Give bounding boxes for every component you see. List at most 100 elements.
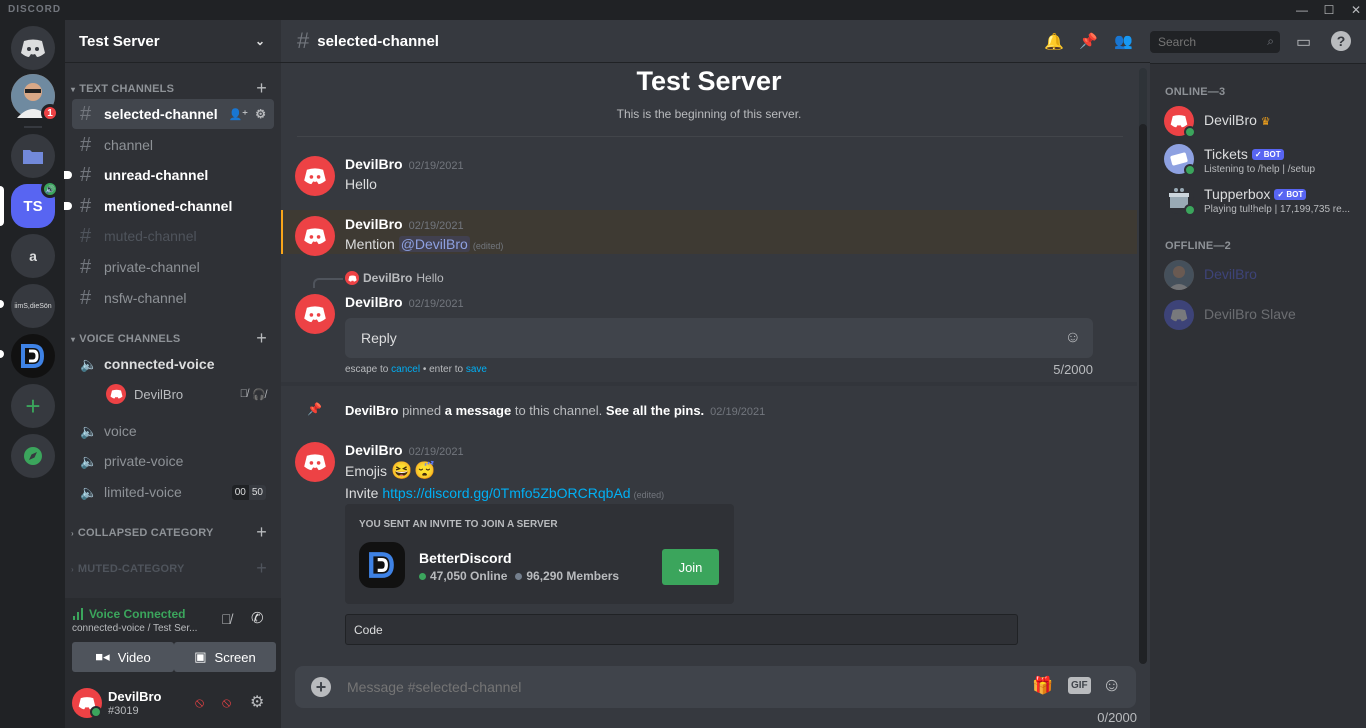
message[interactable]: DevilBro 02/19/2021 Emojis 😆 😴 Invite htt… xyxy=(281,442,1137,662)
noise-suppression-icon[interactable]: 〰̸ xyxy=(221,611,232,627)
author-name[interactable]: DevilBro xyxy=(345,442,403,458)
voice-channel-voice[interactable]: 🔈 voice xyxy=(72,416,274,446)
gif-picker-button[interactable]: GIF xyxy=(1068,677,1091,694)
sleepy-emoji-icon[interactable]: 😴 xyxy=(414,461,435,481)
member-item-offline[interactable]: DevilBro Slave xyxy=(1164,300,1364,340)
invite-link[interactable]: https://discord.gg/0Tmfo5ZbORCRqbAd xyxy=(382,485,630,501)
screen-share-button[interactable]: ▣ Screen xyxy=(174,642,276,672)
char-counter: 0/2000 xyxy=(1097,710,1137,725)
user-settings-gear-icon[interactable]: ⚙ xyxy=(250,692,264,712)
inbox-icon[interactable]: ▭ xyxy=(1296,32,1311,52)
caret-right-icon: › xyxy=(71,564,74,574)
author-name[interactable]: DevilBro xyxy=(345,156,403,172)
message-composer[interactable]: + 🎁 GIF ☺ xyxy=(295,666,1136,708)
edit-message-input[interactable]: Reply ☺ xyxy=(345,318,1093,358)
message-content: Emojis 😆 😴 xyxy=(345,461,435,481)
search-box[interactable]: ⌕ xyxy=(1150,31,1280,53)
category-voice-channels[interactable]: ▾ VOICE CHANNELS + xyxy=(65,328,281,349)
add-server-button[interactable]: + xyxy=(11,384,55,428)
deafen-toggle-icon[interactable]: ⦸ xyxy=(222,694,231,711)
locked-speaker-icon: 🔈 xyxy=(80,483,98,500)
reply-reference[interactable]: DevilBro Hello xyxy=(345,271,444,285)
cancel-edit-link[interactable]: cancel xyxy=(391,364,420,375)
minimize-button[interactable]: — xyxy=(1288,2,1316,18)
emoji-picker-icon[interactable]: ☺ xyxy=(1065,329,1081,347)
author-name[interactable]: DevilBro xyxy=(345,294,403,310)
explore-servers-button[interactable] xyxy=(11,434,55,478)
channel-unread-channel[interactable]: # unread-channel xyxy=(72,160,274,190)
home-button[interactable] xyxy=(11,26,55,70)
member-item[interactable]: DevilBro ♛ xyxy=(1164,106,1364,146)
channel-private-channel[interactable]: # private-channel xyxy=(72,252,274,282)
category-muted[interactable]: › MUTED-CATEGORY + xyxy=(65,558,281,579)
category-text-channels[interactable]: ▾ TEXT CHANNELS + xyxy=(65,78,281,99)
save-edit-link[interactable]: save xyxy=(466,364,487,375)
server-a[interactable]: a xyxy=(11,234,55,278)
help-icon[interactable]: ? xyxy=(1331,31,1351,51)
avatar[interactable] xyxy=(295,442,335,482)
avatar[interactable] xyxy=(295,156,335,196)
avatar[interactable] xyxy=(72,688,102,718)
channel-muted-channel[interactable]: # muted-channel xyxy=(72,221,274,251)
user-mention[interactable]: @DevilBro xyxy=(398,236,470,252)
pinned-message-link[interactable]: a message xyxy=(445,403,512,418)
dm-avatar[interactable]: 1 xyxy=(11,74,59,122)
channel-nsfw-channel[interactable]: # nsfw-channel xyxy=(72,283,274,313)
voice-channel-connected-voice[interactable]: 🔈 connected-voice xyxy=(72,349,274,379)
bot-tag-label: BOT xyxy=(1263,150,1281,159)
category-collapsed[interactable]: › COLLAPSED CATEGORY + xyxy=(65,522,281,543)
message-list: Test Server This is the beginning of thi… xyxy=(281,64,1137,664)
emoji-picker-icon[interactable]: ☺ xyxy=(1102,675,1121,697)
bot-tag: ✓ BOT xyxy=(1251,149,1284,160)
avatar[interactable] xyxy=(295,216,335,256)
message-scrollbar[interactable] xyxy=(1139,68,1147,664)
member-list-icon[interactable]: 👥 xyxy=(1114,32,1133,50)
gift-icon[interactable]: 🎁 xyxy=(1032,676,1053,696)
create-channel-icon[interactable]: + xyxy=(256,558,267,579)
avatar[interactable] xyxy=(295,294,335,334)
search-input[interactable] xyxy=(1156,34,1256,50)
message[interactable]: DevilBro 02/19/2021 Hello xyxy=(281,156,1137,196)
server-long-name[interactable]: iimS,dieSön xyxy=(11,284,55,328)
message-mentioned[interactable]: DevilBro 02/19/2021 Mention @DevilBro (edi… xyxy=(281,210,1137,256)
upload-plus-icon[interactable]: + xyxy=(311,677,331,697)
maximize-button[interactable]: ☐ xyxy=(1315,2,1343,18)
voice-channel-private-voice[interactable]: 🔈 private-voice xyxy=(72,446,274,476)
create-channel-icon[interactable]: + xyxy=(256,522,267,543)
join-server-button[interactable]: Join xyxy=(662,549,719,585)
create-channel-icon[interactable]: + xyxy=(256,328,267,349)
channel-selected-channel[interactable]: # selected-channel 👤⁺ ⚙ xyxy=(72,99,274,129)
scrollbar-thumb[interactable] xyxy=(1139,124,1147,664)
welcome-subtitle: This is the beginning of this server. xyxy=(616,107,802,121)
server-test-server[interactable]: TS 🔊 xyxy=(11,180,59,228)
see-all-pins-link[interactable]: See all the pins. xyxy=(606,403,704,418)
notification-bell-icon[interactable]: 🔔 xyxy=(1044,32,1064,52)
system-message-pin[interactable]: 📌 DevilBro pinned a message to this chan… xyxy=(281,400,1137,422)
create-channel-icon[interactable]: + xyxy=(256,78,267,99)
channel-mentioned-channel[interactable]: # mentioned-channel xyxy=(72,191,274,221)
member-item[interactable]: Tickets ✓ BOT Listening to /help | /setup xyxy=(1164,144,1364,184)
author-name[interactable]: DevilBro xyxy=(345,216,403,232)
pinned-messages-icon[interactable]: 📌 xyxy=(1079,32,1098,50)
voice-location[interactable]: connected-voice / Test Ser... xyxy=(72,623,197,634)
voice-status[interactable]: Voice Connected xyxy=(73,607,185,621)
member-item-offline[interactable]: DevilBro xyxy=(1164,260,1364,300)
server-betterdiscord[interactable] xyxy=(11,334,55,378)
invite-member-icon[interactable]: 👤⁺ xyxy=(228,108,248,121)
voice-channel-limited-voice[interactable]: 🔈 limited-voice 00 50 xyxy=(72,477,274,507)
gear-icon[interactable]: ⚙ xyxy=(255,107,266,121)
message-input[interactable] xyxy=(345,676,905,698)
disconnect-icon[interactable]: ✆ xyxy=(251,609,264,627)
member-item[interactable]: Tupperbox ✓ BOT Playing tul!help | 17,199… xyxy=(1164,184,1364,224)
member-name: DevilBro xyxy=(1204,266,1257,282)
mute-toggle-icon[interactable]: ⦸ xyxy=(195,694,204,711)
grinning-emoji-icon[interactable]: 😆 xyxy=(391,461,412,481)
channel-channel[interactable]: # channel xyxy=(72,130,274,160)
message-editing[interactable]: DevilBro Hello DevilBro 02/19/2021 Reply … xyxy=(281,270,1137,390)
server-header[interactable]: Test Server ⌄ xyxy=(65,20,281,63)
author-name[interactable]: DevilBro xyxy=(345,403,398,418)
server-folder[interactable] xyxy=(11,134,55,178)
video-button[interactable]: ■◂ Video xyxy=(72,642,174,672)
close-button[interactable]: ✕ xyxy=(1342,2,1366,18)
voice-user-row[interactable]: DevilBro 🎙̸ 🎧̸ xyxy=(106,384,274,404)
